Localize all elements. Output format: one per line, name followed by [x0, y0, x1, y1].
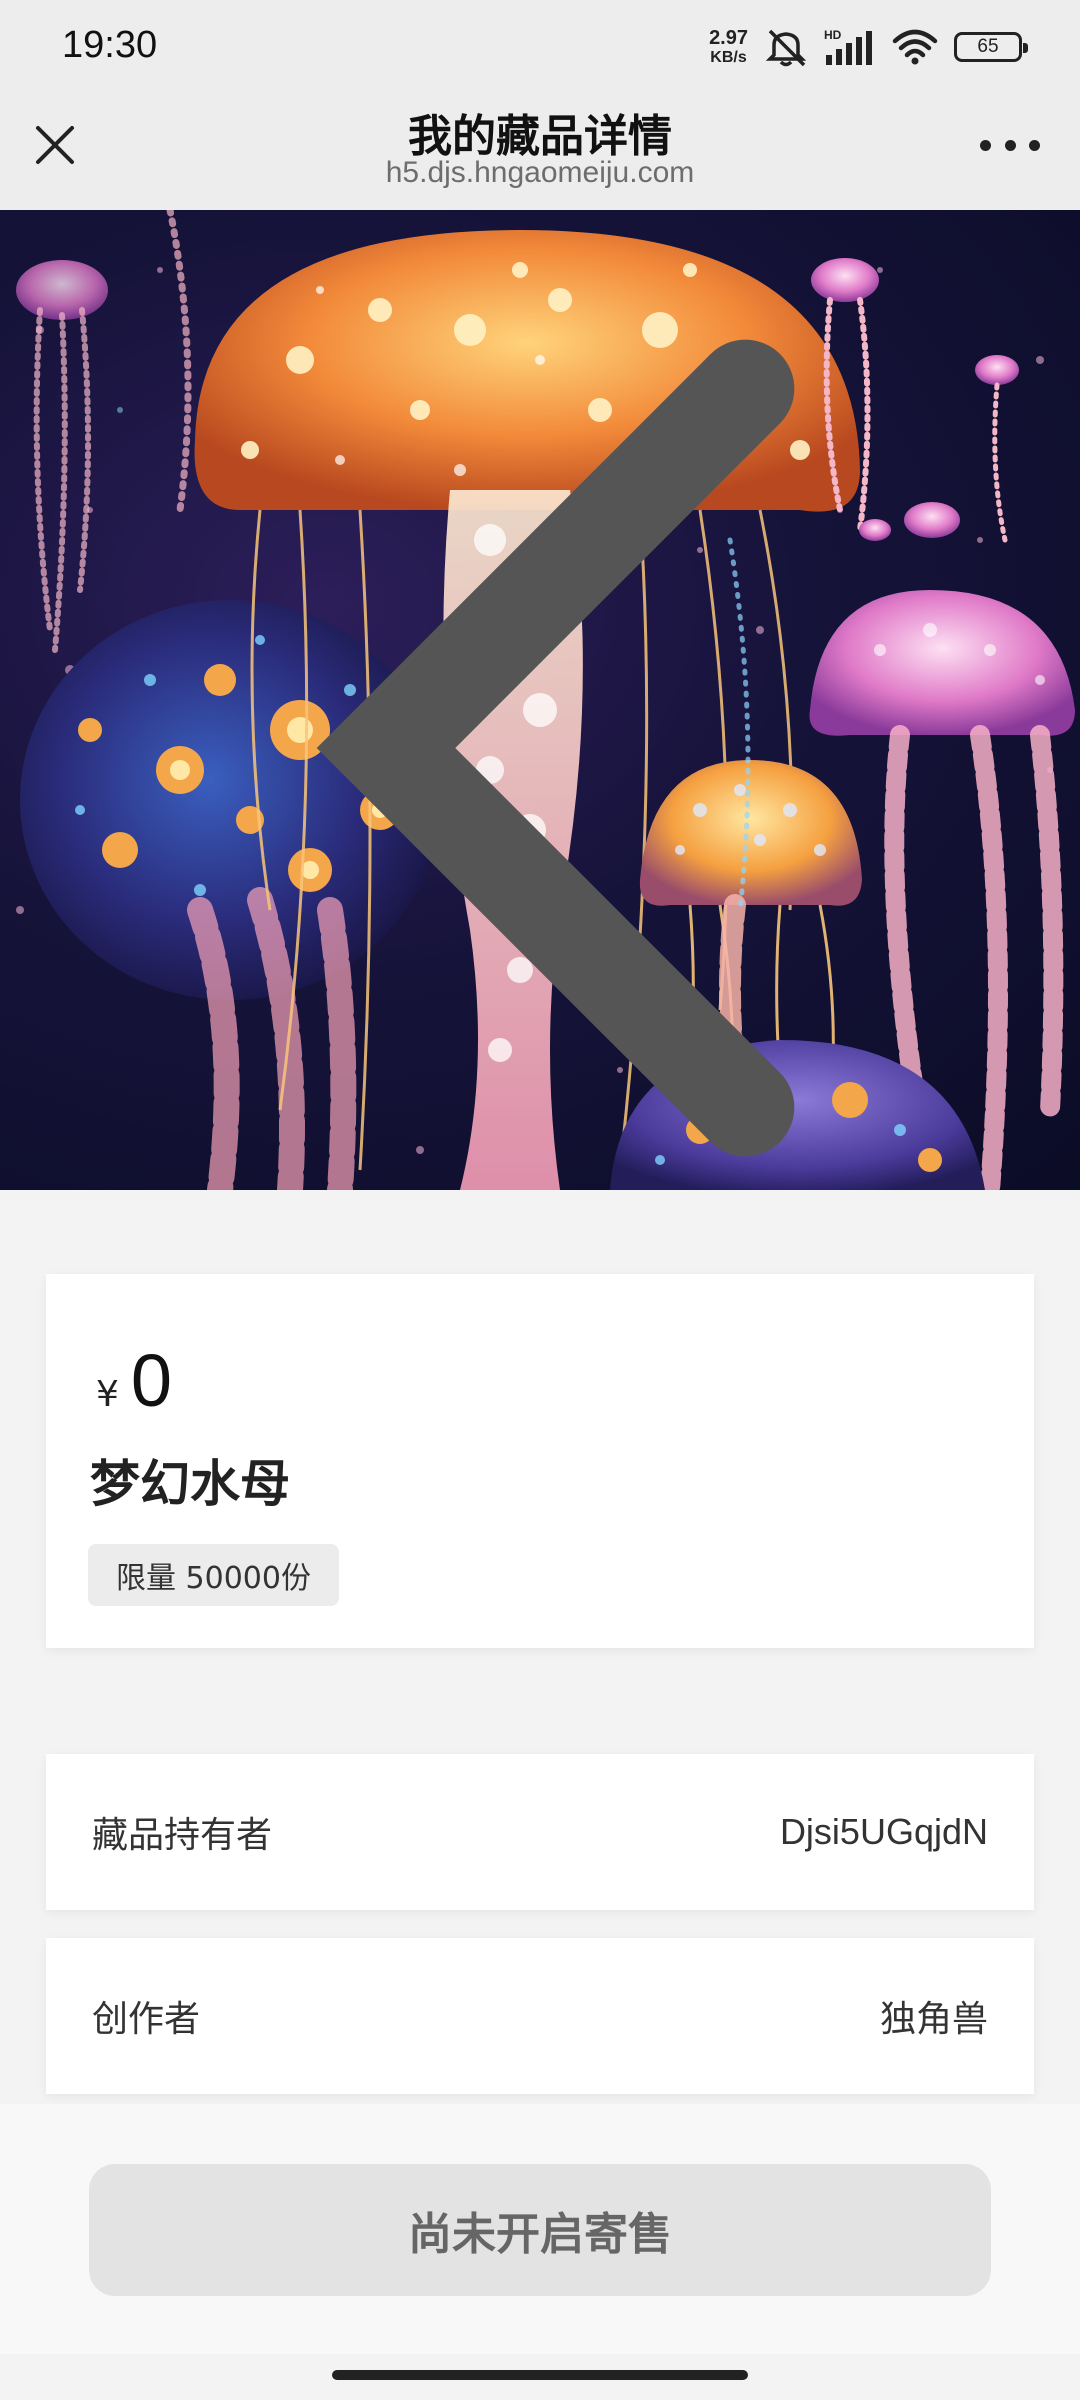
creator-value: 独角兽 — [879, 1998, 988, 2039]
nav-header: 我的藏品详情 h5.djs.hngaomeiju.com — [0, 90, 1080, 210]
creator-row: 创作者 独角兽 — [46, 1938, 1034, 2094]
network-speed-unit: KB/s — [710, 49, 747, 66]
status-icons: 2.97 KB/s HD 65 — [709, 24, 1028, 70]
price-value: 0 — [130, 1339, 173, 1422]
network-speed-value: 2.97 — [709, 27, 748, 49]
status-time: 19:30 — [62, 24, 158, 66]
status-bar: 19:30 2.97 KB/s HD 65 — [0, 0, 1080, 90]
item-info-card: ¥ 0 梦幻水母 限量 50000份 — [46, 1274, 1034, 1648]
more-dot — [1029, 139, 1040, 151]
hd-signal-icon: HD — [824, 27, 876, 67]
more-dot — [980, 139, 991, 151]
price-currency: ¥ — [96, 1374, 119, 1415]
battery-icon: 65 — [954, 32, 1028, 62]
home-indicator[interactable] — [332, 2370, 748, 2380]
back-icon[interactable] — [42, 258, 795, 1157]
bottom-action-bar: 尚未开启寄售 — [0, 2104, 1080, 2354]
price: ¥ 0 — [96, 1338, 172, 1423]
owner-row: 藏品持有者 Djsi5UGqjdN — [46, 1754, 1034, 1910]
more-dot — [1004, 139, 1016, 151]
consignment-button[interactable]: 尚未开启寄售 — [89, 2164, 991, 2296]
mute-icon — [764, 27, 808, 67]
page-url: h5.djs.hngaomeiju.com — [385, 156, 695, 189]
wifi-icon — [892, 27, 938, 67]
artwork-image — [0, 210, 1080, 1190]
owner-label: 藏品持有者 — [92, 1815, 273, 1856]
item-name: 梦幻水母 — [90, 1455, 290, 1513]
svg-text:HD: HD — [824, 28, 842, 42]
page-title: 我的藏品详情 — [408, 111, 672, 162]
more-icon[interactable] — [980, 135, 1040, 155]
owner-value: Djsi5UGqjdN — [779, 1811, 988, 1852]
network-speed: 2.97 KB/s — [709, 28, 748, 66]
creator-label: 创作者 — [92, 1999, 201, 2040]
limit-badge: 限量 50000份 — [88, 1544, 339, 1606]
